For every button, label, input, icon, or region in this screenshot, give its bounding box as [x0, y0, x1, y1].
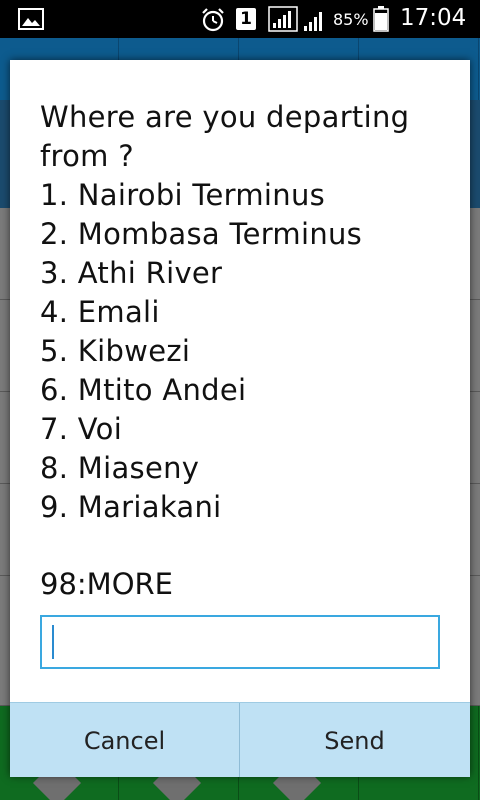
cancel-button[interactable]: Cancel: [10, 703, 240, 777]
send-button[interactable]: Send: [240, 703, 469, 777]
menu-option: 3. Athi River: [40, 256, 223, 290]
dialog-message: Where are you departing from ? 1. Nairob…: [40, 98, 450, 527]
ussd-dialog: Where are you departing from ? 1. Nairob…: [10, 60, 470, 777]
response-input[interactable]: [40, 615, 440, 669]
menu-option: 1. Nairobi Terminus: [40, 178, 326, 212]
battery-icon: [373, 6, 389, 32]
text-caret: [52, 625, 54, 659]
menu-option: 2. Mombasa Terminus: [40, 217, 363, 251]
sim-slot-badge: 1: [236, 8, 256, 30]
gallery-icon: [18, 8, 44, 30]
dialog-button-bar: Cancel Send: [10, 702, 470, 777]
status-clock: 17:04: [400, 5, 467, 31]
alarm-icon: [202, 8, 224, 32]
signal-icon: [304, 12, 322, 31]
menu-option: 5. Kibwezi: [40, 334, 191, 368]
menu-option: 4. Emali: [40, 295, 160, 329]
menu-option: 7. Voi: [40, 412, 123, 446]
signal-icon: [268, 6, 298, 32]
more-option: 98:MORE: [40, 567, 173, 601]
battery-percent: 85%: [333, 10, 369, 29]
menu-option: 9. Mariakani: [40, 490, 222, 524]
menu-option: 6. Mtito Andei: [40, 373, 247, 407]
menu-option: 8. Miaseny: [40, 451, 200, 485]
status-bar: 1 85% 17:04: [0, 0, 480, 38]
message-line: from ?: [40, 139, 134, 173]
message-line: Where are you departing: [40, 100, 410, 134]
